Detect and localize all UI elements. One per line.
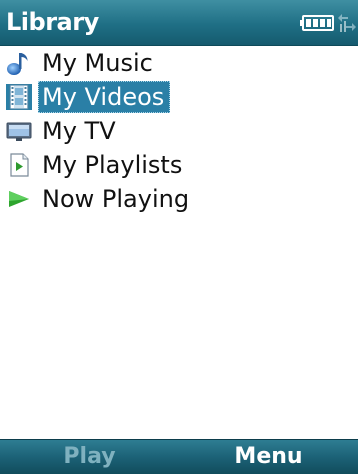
title-bar: Library [0, 0, 358, 46]
playlist-icon [6, 152, 32, 178]
list-item-my-tv[interactable]: My TV [0, 114, 358, 148]
list-item-label: My Videos [38, 81, 171, 113]
softkey-bar: Play Menu [0, 439, 358, 474]
list-item-my-music[interactable]: My Music [0, 46, 358, 80]
play-softkey[interactable]: Play [0, 442, 179, 472]
list-item-label: My Playlists [42, 151, 183, 179]
play-arrow-icon [6, 186, 32, 212]
signal-icon [338, 14, 356, 32]
list-item-my-videos[interactable]: My Videos [0, 80, 358, 114]
list-item-now-playing[interactable]: Now Playing [0, 182, 358, 216]
status-icons [300, 10, 356, 36]
battery-full-icon [300, 14, 356, 32]
list-item-label: My Music [42, 49, 153, 77]
library-list: My Music My Videos My TV My Playlists No… [0, 46, 358, 216]
music-note-icon [6, 50, 32, 76]
list-item-label: Now Playing [42, 185, 190, 213]
film-strip-icon [6, 84, 32, 110]
list-item-my-playlists[interactable]: My Playlists [0, 148, 358, 182]
list-item-label: My TV [42, 117, 116, 145]
tv-icon [6, 118, 32, 144]
page-title: Library [6, 8, 99, 36]
media-library-screen: Library My Music My Videos My TV My Play… [0, 0, 358, 474]
menu-softkey[interactable]: Menu [179, 442, 358, 472]
